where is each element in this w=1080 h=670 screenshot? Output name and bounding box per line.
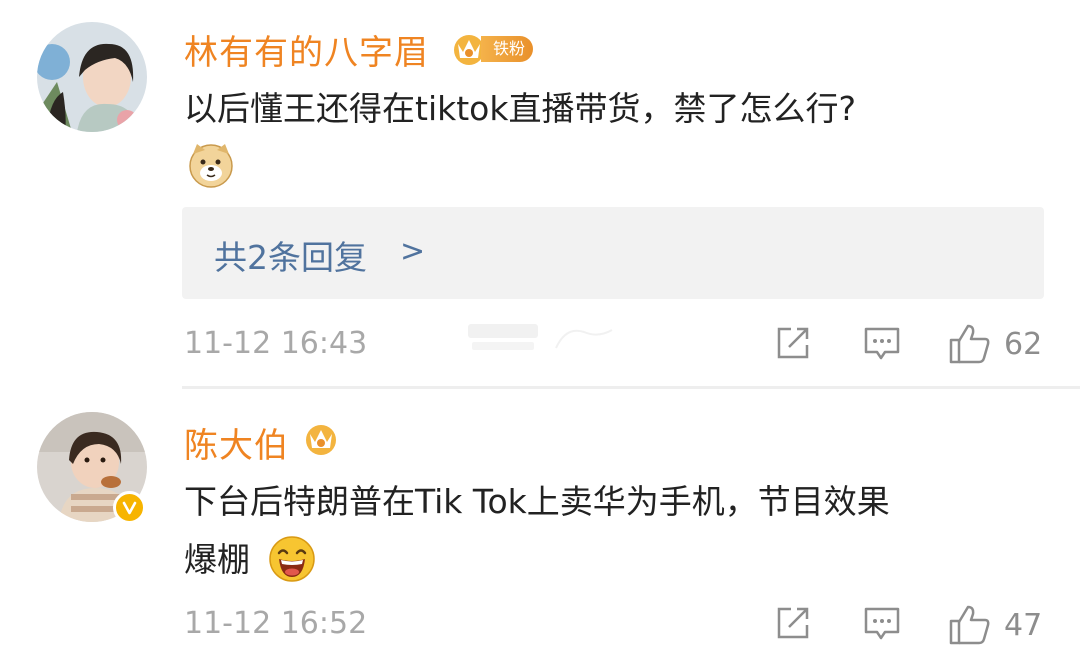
username[interactable]: 陈大伯 — [184, 418, 289, 467]
chevron-right-icon: > — [400, 234, 426, 269]
comment-text-line-1: 下台后特朗普在Tik Tok上卖华为手机，节目效果 — [184, 482, 890, 521]
timestamp: 11-12 16:43 — [184, 326, 368, 361]
comment-item: 林有有的八字眉 铁粉 以后懂王还得在tiktok直播带货，禁了怎么行? 共2条回… — [0, 0, 1080, 385]
reply-button[interactable] — [863, 325, 901, 365]
thumbs-up-icon — [948, 322, 992, 366]
share-icon — [777, 607, 809, 639]
like-count: 62 — [1004, 327, 1043, 362]
comment-icon — [864, 607, 900, 640]
share-button[interactable] — [775, 325, 811, 365]
verified-badge-icon — [113, 491, 146, 524]
username[interactable]: 林有有的八字眉 — [184, 25, 429, 74]
laughing-emoji-icon — [268, 535, 316, 583]
like-count: 47 — [1004, 608, 1043, 643]
comment-list: 林有有的八字眉 铁粉 以后懂王还得在tiktok直播带货，禁了怎么行? 共2条回… — [0, 0, 1080, 670]
fan-badge: 铁粉 — [481, 36, 534, 62]
avatar[interactable] — [37, 22, 147, 132]
replies-link[interactable]: 共2条回复 > — [182, 207, 1044, 299]
thumbs-up-icon — [948, 603, 992, 647]
comment-icon — [864, 327, 900, 360]
avatar-illustration-icon — [37, 22, 147, 132]
reply-button[interactable] — [863, 605, 901, 645]
crown-badge-icon — [303, 420, 339, 456]
divider — [182, 386, 1080, 389]
comment-text: 以后懂王还得在tiktok直播带货，禁了怎么行? — [184, 89, 856, 128]
doge-emoji-icon — [187, 140, 235, 188]
replies-label: 共2条回复 — [214, 238, 367, 277]
watermark-icon — [466, 318, 616, 358]
share-icon — [777, 327, 809, 359]
comment-item: 陈大伯 下台后特朗普在Tik Tok上卖华为手机，节目效果 爆棚 11-12 1… — [0, 393, 1080, 670]
timestamp: 11-12 16:52 — [184, 606, 368, 641]
share-button[interactable] — [775, 605, 811, 645]
